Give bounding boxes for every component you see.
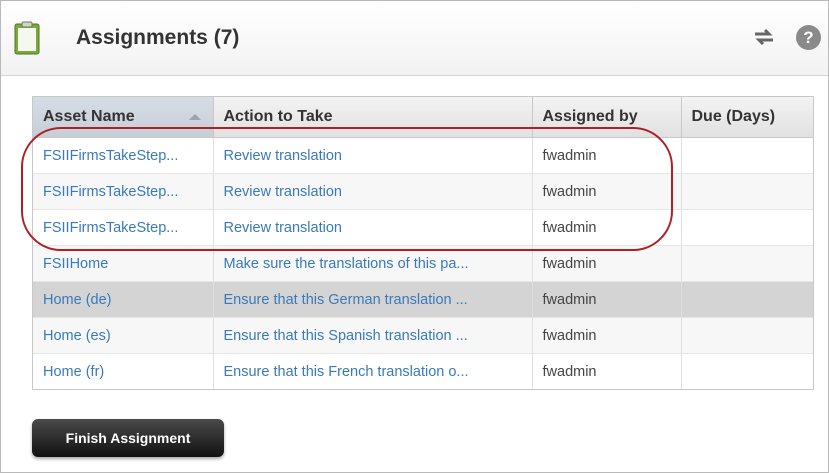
assigned-by-cell: fwadmin [532,281,682,318]
action-link[interactable]: Review translation [224,184,342,200]
help-icon[interactable]: ? [796,25,821,50]
table-row[interactable]: FSIIFirmsTakeStep... Review translation … [33,137,813,174]
due-days-cell [681,173,813,210]
column-header-assigned-by[interactable]: Assigned by [532,97,682,138]
assigned-by-cell: fwadmin [532,209,682,246]
due-days-cell [681,137,813,174]
asset-link[interactable]: Home (de) [43,292,112,308]
assigned-by-cell: fwadmin [532,317,682,354]
table-row[interactable]: FSIIHome Make sure the translations of t… [33,245,813,282]
panel-header: Assignments (7) ? [1,1,828,76]
table-row[interactable]: Home (es) Ensure that this Spanish trans… [33,317,813,354]
column-header-asset-name[interactable]: Asset Name [33,97,214,138]
panel-title: Assignments (7) [76,26,240,49]
action-link[interactable]: Ensure that this French translation o... [224,364,469,380]
assigned-by-cell: fwadmin [532,245,682,282]
column-header-due-days[interactable]: Due (Days) [681,97,813,138]
assigned-by-cell: fwadmin [532,353,682,389]
asset-link[interactable]: FSIIHome [43,256,108,272]
asset-link[interactable]: FSIIFirmsTakeStep... [43,220,178,236]
clipboard-icon [14,21,40,55]
table-row-selected[interactable]: Home (de) Ensure that this German transl… [33,281,813,318]
assigned-by-cell: fwadmin [532,173,682,210]
finish-assignment-button[interactable]: Finish Assignment [32,419,224,457]
sort-ascending-icon [188,114,201,120]
asset-link[interactable]: FSIIFirmsTakeStep... [43,148,178,164]
asset-link[interactable]: Home (fr) [43,364,104,380]
asset-link[interactable]: FSIIFirmsTakeStep... [43,184,178,200]
table-row[interactable]: FSIIFirmsTakeStep... Review translation … [33,173,813,210]
assignments-table: Asset Name Action to Take Assigned by Du… [32,96,814,390]
action-link[interactable]: Review translation [224,220,342,236]
due-days-cell [681,354,813,390]
assigned-by-cell: fwadmin [532,137,682,174]
due-days-cell [681,209,813,246]
action-link[interactable]: Make sure the translations of this pa... [224,256,469,272]
column-header-action[interactable]: Action to Take [213,97,533,138]
action-link[interactable]: Ensure that this Spanish translation ... [224,328,468,344]
refresh-arrows-icon[interactable] [751,27,777,47]
due-days-cell [681,245,813,282]
asset-link[interactable]: Home (es) [43,328,111,344]
due-days-cell [681,317,813,354]
table-row[interactable]: FSIIFirmsTakeStep... Review translation … [33,209,813,246]
action-link[interactable]: Ensure that this German translation ... [224,292,468,308]
table-row[interactable]: Home (fr) Ensure that this French transl… [33,353,813,390]
due-days-cell [681,281,813,318]
action-link[interactable]: Review translation [224,148,342,164]
assignments-panel: Assignments (7) ? Asset Name Action to T… [0,0,829,473]
column-header-label: Asset Name [43,108,135,125]
table-header-row: Asset Name Action to Take Assigned by Du… [33,97,813,138]
